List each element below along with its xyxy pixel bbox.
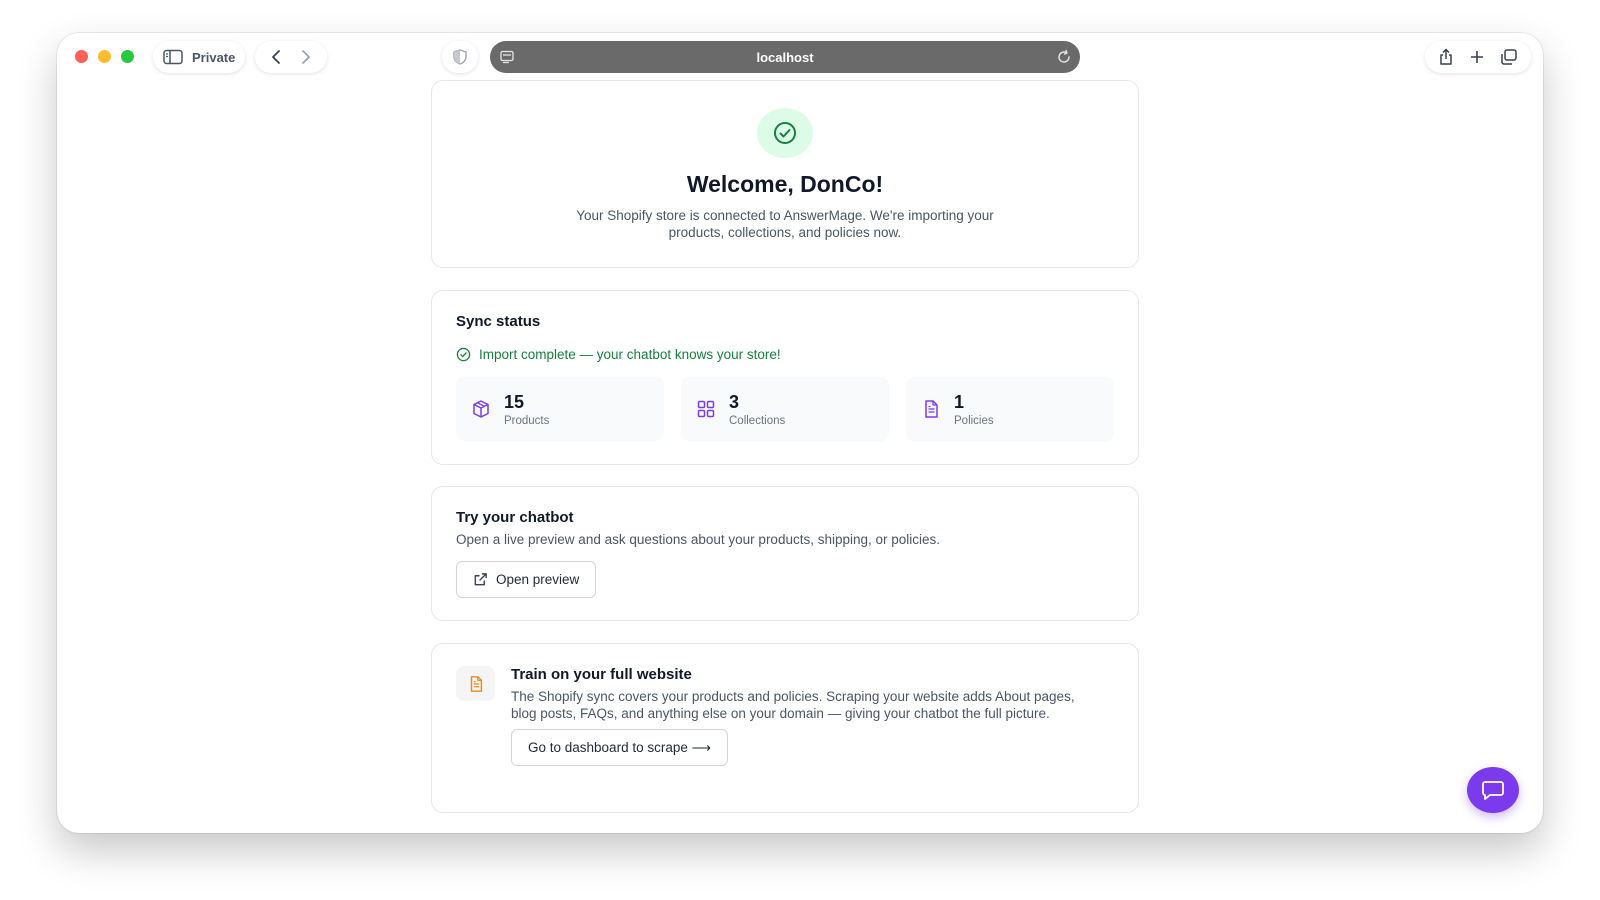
browser-actions <box>1425 41 1531 73</box>
try-chatbot-card: Try your chatbot Open a live preview and… <box>431 486 1139 621</box>
welcome-title: Welcome, DonCo! <box>686 171 884 197</box>
train-body: Train on your full website The Shopify s… <box>511 666 1114 790</box>
welcome-card: Welcome, DonCo! Your Shopify store is co… <box>431 80 1139 268</box>
close-window-button[interactable] <box>75 50 88 63</box>
browser-toolbar: Private localhost <box>57 33 1543 79</box>
open-preview-label: Open preview <box>496 572 580 587</box>
reload-icon[interactable] <box>1056 49 1072 65</box>
page-content: Welcome, DonCo! Your Shopify store is co… <box>57 79 1543 833</box>
external-link-icon <box>473 572 488 587</box>
document-icon <box>921 399 941 419</box>
train-badge <box>456 666 495 701</box>
success-badge <box>757 108 813 158</box>
share-icon[interactable] <box>1438 48 1454 66</box>
try-chatbot-description: Open a live preview and ask questions ab… <box>456 532 941 547</box>
train-title: Train on your full website <box>511 666 692 683</box>
check-circle-icon <box>456 347 471 362</box>
stat-label: Products <box>504 414 550 427</box>
train-website-card: Train on your full website The Shopify s… <box>431 643 1139 813</box>
try-chatbot-title: Try your chatbot <box>456 509 574 526</box>
stat-value: 15 <box>504 391 525 412</box>
browser-window: Private localhost Welcome, DonCo! Your S… <box>57 33 1543 833</box>
minimize-window-button[interactable] <box>98 50 111 63</box>
url-text: localhost <box>756 49 814 65</box>
welcome-description: Your Shopify store is connected to Answe… <box>576 208 994 240</box>
sidebar-icon <box>163 49 183 65</box>
sync-status-text: Import complete — your chatbot knows you… <box>479 347 781 362</box>
navigation-buttons <box>255 41 327 73</box>
stat-label: Collections <box>729 414 786 427</box>
stat-label: Policies <box>954 414 994 427</box>
sync-stats: 15 Products 3 Collections 1 Policies <box>456 377 1114 441</box>
address-bar[interactable]: localhost <box>490 41 1080 73</box>
sidebar-toggle-button[interactable]: Private <box>153 41 245 73</box>
check-circle-icon <box>772 120 798 146</box>
go-to-dashboard-button[interactable]: Go to dashboard to scrape ⟶ <box>511 729 728 766</box>
sync-status-card: Sync status Import complete — your chatb… <box>431 290 1139 465</box>
page-menu-icon[interactable] <box>499 49 515 65</box>
forward-icon[interactable] <box>300 49 312 65</box>
stat-value: 3 <box>729 391 740 412</box>
sync-status-message: Import complete — your chatbot knows you… <box>456 347 1114 362</box>
open-preview-button[interactable]: Open preview <box>456 561 597 598</box>
go-to-dashboard-label: Go to dashboard to scrape ⟶ <box>528 739 711 755</box>
stat-value: 1 <box>954 391 965 412</box>
stat-collections: 3 Collections <box>681 377 889 441</box>
shield-icon <box>453 49 467 65</box>
privacy-report-button[interactable] <box>442 41 478 73</box>
stat-policies: 1 Policies <box>906 377 1114 441</box>
package-icon <box>471 399 491 419</box>
grid-icon <box>696 399 716 419</box>
sync-status-title: Sync status <box>456 313 541 330</box>
document-text-icon <box>467 675 485 693</box>
new-tab-icon[interactable] <box>1469 49 1485 65</box>
stat-products: 15 Products <box>456 377 664 441</box>
chat-widget-button[interactable] <box>1467 767 1519 813</box>
train-description: The Shopify sync covers your products an… <box>511 689 1075 721</box>
back-icon[interactable] <box>270 49 282 65</box>
zoom-window-button[interactable] <box>121 50 134 63</box>
tab-overview-icon[interactable] <box>1500 48 1518 66</box>
chat-bubble-icon <box>1481 779 1505 801</box>
private-label: Private <box>192 49 236 65</box>
